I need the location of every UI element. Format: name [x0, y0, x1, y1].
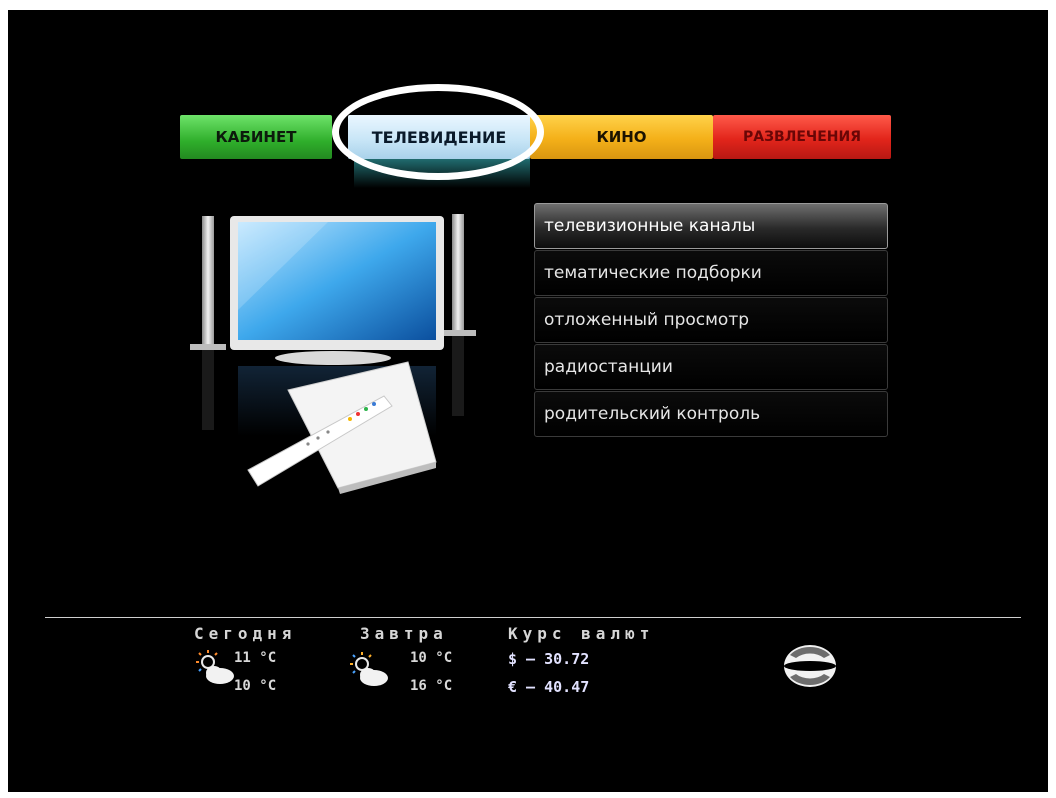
tab-kino[interactable]: КИНО [530, 115, 713, 159]
today-day-temp: 11 °C [234, 650, 277, 666]
menu-item-deferred-viewing[interactable]: отложенный просмотр [534, 297, 888, 343]
menu-item-radio-stations[interactable]: радиостанции [534, 344, 888, 390]
today-label: Сегодня [194, 624, 297, 643]
tomorrow-label: Завтра [360, 624, 448, 643]
menu-item-tv-channels[interactable]: телевизионные каналы [534, 203, 888, 249]
tv-submenu: телевизионные каналы тематические подбор… [534, 203, 888, 438]
info-divider [45, 617, 1021, 618]
tab-cabinet[interactable]: КАБИНЕТ [180, 115, 332, 159]
tab-entertainment[interactable]: РАЗВЛЕЧЕНИЯ [713, 115, 891, 159]
sun-cloud-icon [350, 652, 388, 686]
right-speaker [452, 214, 464, 334]
today-night-temp: 10 °C [234, 678, 277, 694]
tomorrow-day-temp: 10 °C [410, 650, 453, 666]
tv-screen: КАБИНЕТ ТЕЛЕВИДЕНИЕ КИНО РАЗВЛЕЧЕНИЯ тел… [8, 10, 1048, 792]
highlight-circle [332, 84, 544, 180]
left-speaker [202, 216, 214, 346]
tomorrow-night-temp: 16 °C [410, 678, 453, 694]
sun-cloud-icon [196, 650, 234, 684]
menu-item-parental-control[interactable]: родительский контроль [534, 391, 888, 437]
eur-rate: € – 40.47 [508, 678, 590, 696]
provider-logo [784, 645, 836, 687]
tv-set-illustration [190, 214, 476, 494]
menu-item-themed-collections[interactable]: тематические подборки [534, 250, 888, 296]
currency-rates-label: Курс валют [508, 624, 655, 643]
usd-rate: $ – 30.72 [508, 650, 590, 668]
